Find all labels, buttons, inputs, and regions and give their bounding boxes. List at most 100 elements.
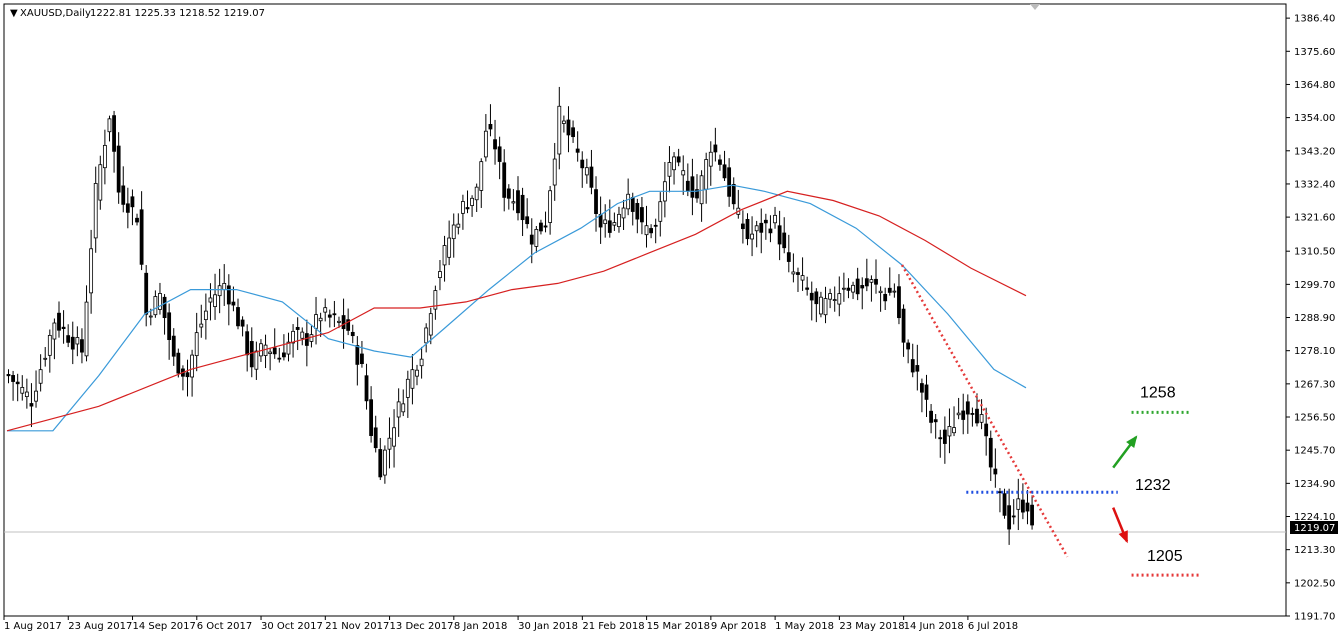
candle-body — [975, 408, 979, 424]
candle-body — [24, 391, 29, 398]
candle-body — [557, 105, 562, 155]
candle-body — [121, 185, 126, 205]
y-tick-label: 1321.60 — [1294, 213, 1335, 224]
plot-area[interactable] — [3, 3, 1287, 617]
candle-body — [405, 378, 410, 398]
candle-body — [741, 223, 745, 230]
candle-body — [502, 162, 507, 198]
candle-body — [272, 347, 277, 355]
y-tick-label: 1213.30 — [1294, 545, 1335, 556]
candle-body — [617, 213, 621, 228]
candle-body — [814, 291, 819, 305]
candle-body — [571, 127, 575, 138]
candle-body — [529, 234, 534, 245]
candle-body — [43, 357, 48, 360]
candle-body — [456, 223, 461, 228]
current-price-label: 1219.07 — [1294, 523, 1335, 534]
candle-body — [194, 332, 199, 357]
candle-body — [249, 341, 254, 368]
candle-body — [887, 287, 892, 293]
candle-body — [718, 159, 722, 165]
candle-body — [942, 429, 947, 444]
candle-body — [1002, 493, 1007, 516]
candle-body — [520, 194, 525, 221]
candle-body — [465, 207, 470, 210]
x-tick-label: 14 Sep 2017 — [133, 621, 196, 632]
header-arrow-icon[interactable]: ▼ — [10, 8, 18, 19]
candle-body — [20, 386, 25, 394]
candle-body — [144, 272, 149, 315]
candle-body — [685, 180, 690, 191]
candle-body — [805, 287, 810, 290]
candle-body — [539, 222, 543, 232]
y-tick-label: 1375.60 — [1294, 47, 1335, 58]
candle-body — [185, 372, 190, 378]
candle-body — [369, 399, 374, 436]
y-tick-label: 1278.10 — [1294, 346, 1335, 357]
candle-body — [607, 220, 612, 233]
x-tick-label: 9 Apr 2018 — [711, 621, 766, 632]
candle-body — [846, 287, 851, 291]
candle-body — [589, 166, 594, 188]
price-chart[interactable]: ▼ XAUUSD,Daily 1222.81 1225.33 1218.52 1… — [0, 0, 1338, 638]
candle-body — [874, 278, 878, 285]
candle-body — [993, 468, 998, 475]
chart-window[interactable]: ▼ XAUUSD,Daily 1222.81 1225.33 1218.52 1… — [0, 0, 1338, 638]
candle-body — [635, 203, 640, 220]
candle-body — [644, 225, 649, 236]
candle-body — [988, 437, 993, 468]
x-tick-label: 23 May 2018 — [839, 621, 904, 632]
candle-body — [488, 123, 493, 130]
candle-body — [203, 310, 208, 321]
candle-body — [915, 365, 920, 372]
candle-body — [777, 225, 782, 245]
candle-body — [819, 296, 823, 315]
candle-body — [841, 287, 846, 290]
candle-body — [552, 158, 557, 186]
candle-body — [355, 345, 360, 365]
candle-body — [213, 294, 217, 308]
candle-body — [341, 315, 346, 330]
time-axis[interactable]: 1 Aug 2017 23 Aug 2017 14 Sep 2017 6 Oct 20… — [3, 616, 1018, 632]
candle-body — [153, 296, 158, 316]
candle-body — [461, 201, 465, 214]
candle-body — [883, 293, 888, 302]
candle-body — [447, 237, 452, 258]
candle-body — [314, 314, 318, 329]
candle-body — [93, 183, 98, 239]
candle-body — [139, 209, 144, 265]
candle-body — [70, 336, 75, 350]
candle-body — [892, 290, 897, 293]
candle-body — [681, 170, 686, 176]
x-tick-label: 23 Aug 2017 — [68, 621, 132, 632]
candle-body — [640, 207, 644, 223]
candle-body — [240, 319, 245, 327]
candle-body — [442, 245, 447, 266]
candle-body — [245, 331, 250, 356]
candle-body — [511, 201, 516, 204]
candle-body — [254, 350, 259, 370]
y-tick-label: 1310.50 — [1294, 247, 1335, 258]
candle-body — [763, 219, 768, 224]
x-tick-label: 15 Mar 2018 — [647, 621, 710, 632]
candle-body — [979, 414, 984, 423]
candle-body — [474, 186, 479, 201]
ohlc-values: 1222.81 1225.33 1218.52 1219.07 — [90, 8, 265, 19]
candle-body — [52, 322, 57, 340]
candle-body — [1016, 498, 1021, 510]
candle-body — [594, 189, 598, 215]
candle-body — [497, 146, 502, 162]
candle-body — [419, 358, 424, 367]
x-tick-label: 30 Jan 2018 — [518, 621, 578, 632]
candle-body — [722, 164, 727, 179]
candle-body — [281, 352, 286, 358]
candle-body — [965, 401, 970, 415]
y-tick-label: 1364.80 — [1294, 80, 1335, 91]
candle-body — [855, 278, 860, 295]
candle-body — [901, 308, 906, 343]
candle-body — [750, 233, 754, 240]
candle-body — [906, 342, 911, 350]
candle-body — [236, 307, 240, 327]
candle-body — [373, 427, 378, 449]
candle-body — [217, 285, 222, 297]
